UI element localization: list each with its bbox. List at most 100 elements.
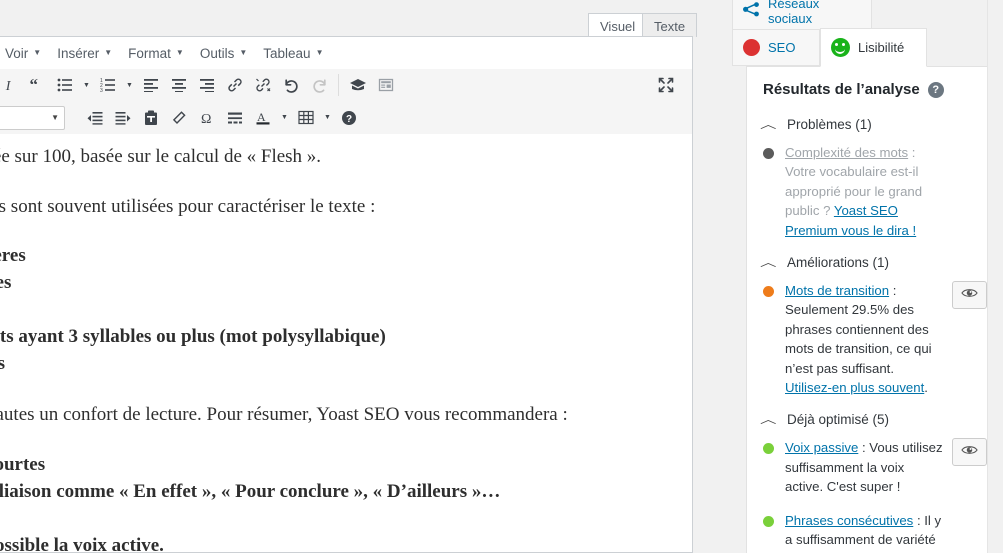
group-label-ameliorations: Améliorations (1) [787, 254, 890, 270]
post-editor-panel: Visuel Texte Voir ▼ Insérer ▼ Format ▼ O… [0, 0, 698, 553]
group-header-deja-optimise[interactable]: ︿ Déjà optimisé (5) [760, 411, 985, 427]
menu-voir-label: Voir [5, 45, 29, 61]
list-item: bre de mots ayant 3 syllables ou plus (m… [0, 326, 386, 348]
svg-text:I: I [4, 78, 11, 93]
chevron-down-icon: ▼ [239, 48, 248, 57]
analysis-item-link[interactable]: Voix passive [785, 440, 858, 455]
menu-format-label: Format [128, 45, 171, 61]
tab-texte[interactable]: Texte [642, 13, 698, 37]
tab-reseaux-sociaux-label: Réseaux sociaux [768, 0, 820, 26]
numbered-list-caret[interactable]: ▼ [122, 72, 137, 98]
mark-in-text-button[interactable] [952, 281, 987, 310]
table-icon[interactable] [292, 105, 320, 131]
analysis-item-tail: . [924, 380, 928, 396]
doc-paragraph-2: e, 4 valeurs sont souvent utilisées pour… [0, 195, 376, 217]
tab-lisibilite[interactable]: Lisibilité [820, 28, 927, 67]
menu-format[interactable]: Format ▼ [120, 44, 192, 63]
doc-paragraph-1: nu est notée sur 100, basée sur le calcu… [0, 146, 322, 167]
insert-link-icon[interactable] [221, 72, 249, 98]
analysis-results-title-text: Résultats de l’analyse [763, 81, 920, 98]
chevron-down-icon: ▼ [51, 113, 59, 122]
analysis-item: Phrases consécutives : Il y a suffisamme… [763, 511, 985, 553]
analysis-item-link[interactable]: Mots de transition [785, 283, 889, 298]
chevron-down-icon: ▼ [104, 48, 113, 57]
analysis-item-text: Voix passive : Vous utilisez suffisammen… [785, 438, 943, 496]
clear-formatting-icon[interactable] [165, 105, 193, 131]
menu-voir[interactable]: Voir ▼ [0, 44, 49, 63]
list-item: phrases courtes [0, 453, 46, 475]
italic-icon[interactable]: I [0, 72, 23, 98]
list-item: de phrases [0, 353, 6, 375]
menu-inserer-label: Insérer [57, 45, 100, 61]
svg-text:3: 3 [100, 88, 103, 92]
doc-paragraph-3: aux internautes un confort de lecture. P… [0, 404, 568, 426]
help-icon[interactable]: ? [335, 105, 363, 131]
fullscreen-icon[interactable] [652, 72, 680, 98]
svg-text:A: A [257, 110, 266, 124]
menu-outils[interactable]: Outils ▼ [192, 44, 255, 63]
list-item: de caractères [0, 245, 26, 267]
remove-link-icon[interactable] [249, 72, 277, 98]
read-more-icon[interactable] [344, 72, 372, 98]
text-color-caret[interactable]: ▼ [277, 105, 292, 131]
page-scrollbar-gutter[interactable] [987, 0, 1003, 553]
font-size-select[interactable]: x ▼ [0, 105, 65, 130]
align-right-icon[interactable] [193, 72, 221, 98]
editor-menubar: Voir ▼ Insérer ▼ Format ▼ Outils ▼ Table… [0, 37, 692, 70]
editor-content-area[interactable]: nu est notée sur 100, basée sur le calcu… [0, 134, 692, 552]
chevron-up-icon: ︿ [760, 414, 777, 427]
tab-seo[interactable]: SEO [732, 29, 820, 66]
analysis-item-link-secondary[interactable]: Utilisez-en plus souvent [785, 380, 924, 395]
blockquote-icon[interactable]: “ [23, 72, 51, 98]
table-caret[interactable]: ▼ [320, 105, 335, 131]
decrease-indent-icon[interactable] [81, 105, 109, 131]
chevron-down-icon: ▼ [175, 48, 184, 57]
align-left-icon[interactable] [137, 72, 165, 98]
menu-tableau[interactable]: Tableau ▼ [255, 44, 331, 63]
numbered-list-icon[interactable]: 1 2 3 [94, 72, 122, 98]
status-bullet-grey [763, 148, 774, 159]
align-center-icon[interactable] [165, 72, 193, 98]
analysis-item-link[interactable]: Phrases consécutives [785, 513, 913, 528]
text-color-icon[interactable]: A [249, 105, 277, 131]
list-item: épétitions [0, 506, 692, 533]
status-bullet-green [763, 443, 774, 455]
list-item: ant que possible la voix active. [0, 534, 164, 552]
tab-visuel[interactable]: Visuel [588, 13, 648, 37]
status-bullet-green [763, 515, 774, 527]
doc-list-1: de caractères de syllables e de mots bre… [0, 243, 692, 378]
eye-icon [961, 443, 978, 461]
analysis-item: Mots de transition : Seulement 29.5% des… [763, 281, 987, 397]
analysis-item-text: Mots de transition : Seulement 29.5% des… [785, 281, 943, 397]
tab-lisibilite-label: Lisibilité [858, 40, 905, 55]
group-header-ameliorations[interactable]: ︿ Améliorations (1) [760, 254, 985, 270]
bulleted-list-icon[interactable] [51, 72, 79, 98]
analysis-item-link[interactable]: Complexité des mots [785, 145, 908, 160]
menu-outils-label: Outils [199, 45, 235, 61]
mark-in-text-button[interactable] [952, 438, 987, 467]
chevron-down-icon: ▼ [33, 48, 42, 57]
horizontal-line-icon[interactable] [221, 105, 249, 131]
analysis-item: Complexité des mots : Votre vocabulaire … [763, 143, 985, 240]
svg-text:?: ? [346, 114, 352, 125]
chevron-up-icon: ︿ [760, 119, 777, 131]
redo-icon [305, 72, 333, 98]
editor-toolbar-row-1: I “ ▼ 1 2 3 ▼ [0, 69, 692, 102]
menu-inserer[interactable]: Insérer ▼ [49, 44, 120, 63]
special-character-icon[interactable]: Ω [193, 105, 221, 131]
undo-icon[interactable] [277, 72, 305, 98]
help-icon[interactable]: ? [927, 81, 944, 98]
increase-indent-icon[interactable] [109, 105, 137, 131]
analysis-item-text: Phrases consécutives : Il y a suffisamme… [785, 511, 943, 553]
yoast-metabox: Réseaux sociaux SEO Lisibilité Résultats… [723, 0, 1002, 553]
group-label-deja-optimise: Déjà optimisé (5) [787, 411, 890, 427]
page-break-icon[interactable] [372, 72, 400, 98]
red-dot-icon [743, 39, 760, 56]
group-header-problemes[interactable]: ︿ Problèmes (1) [760, 116, 985, 132]
list-item: s mots de liaison comme « En effet », « … [0, 480, 501, 502]
bulleted-list-caret[interactable]: ▼ [79, 72, 94, 98]
tab-reseaux-sociaux[interactable]: Réseaux sociaux [732, 0, 872, 30]
paste-as-text-icon[interactable] [137, 105, 165, 131]
app-root: Visuel Texte Voir ▼ Insérer ▼ Format ▼ O… [0, 0, 1003, 553]
svg-text:“: “ [30, 78, 38, 93]
